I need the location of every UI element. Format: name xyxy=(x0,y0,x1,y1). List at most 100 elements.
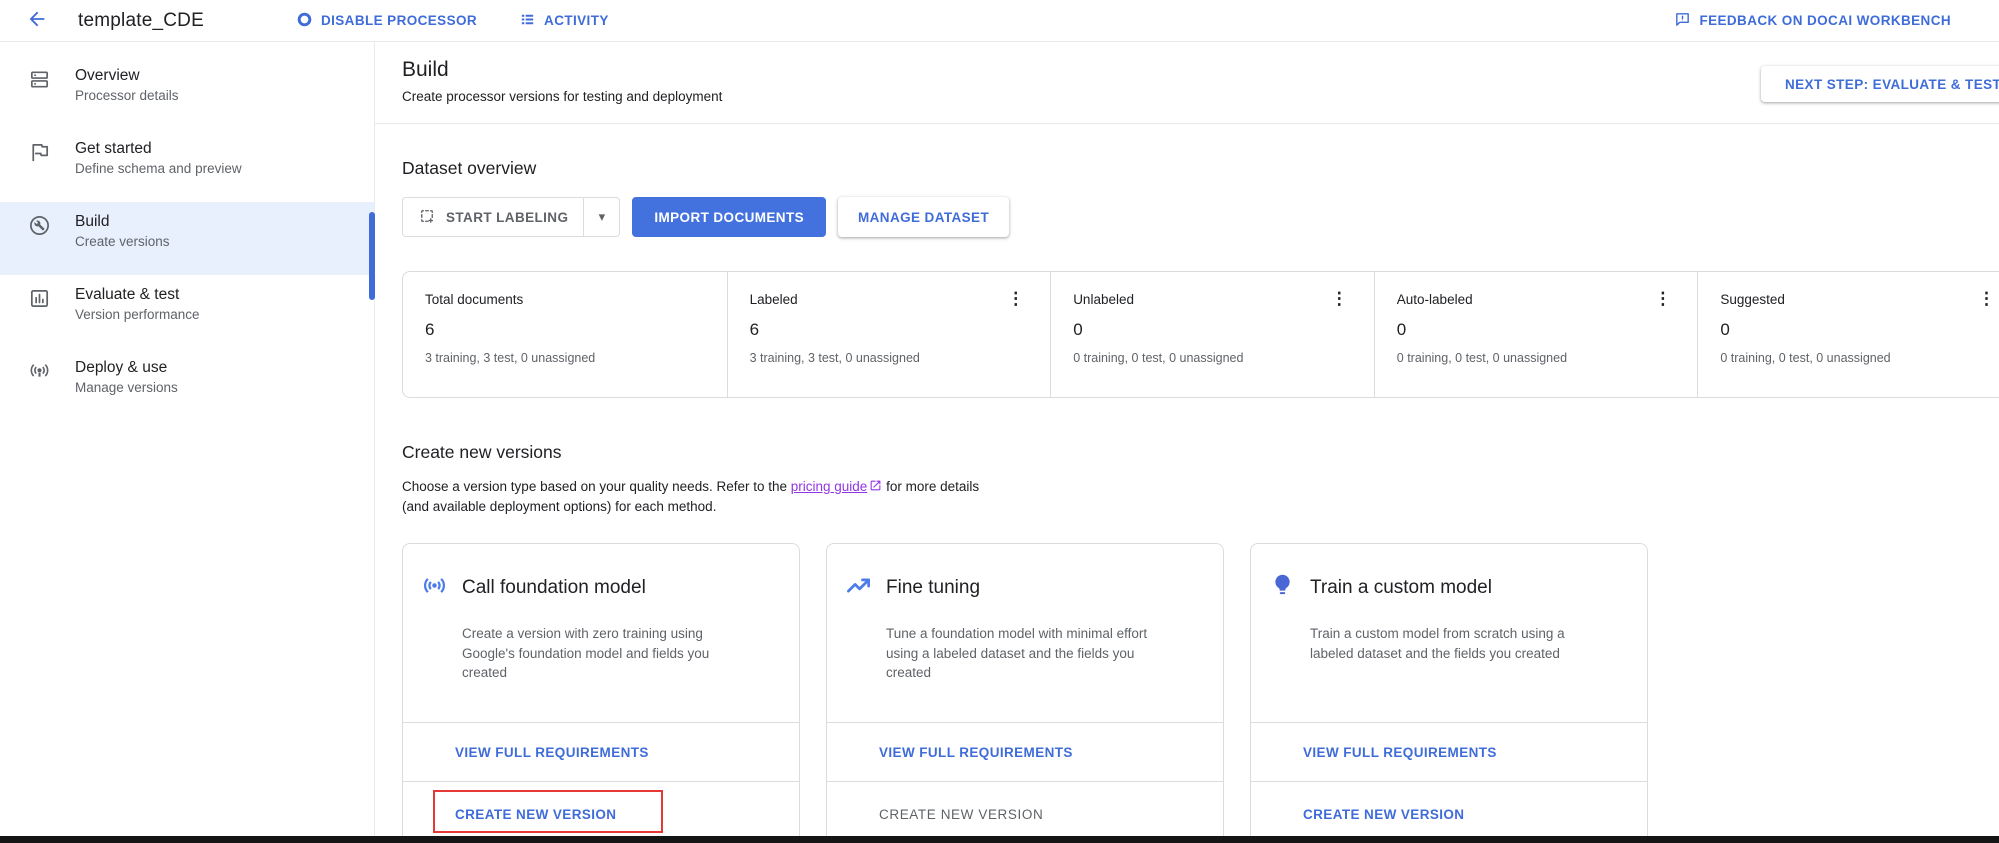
page-subtitle: Create processor versions for testing an… xyxy=(402,89,1999,104)
card-description: Create a version with zero training usin… xyxy=(462,624,736,683)
stat-detail: 3 training, 3 test, 0 unassigned xyxy=(425,351,703,365)
broadcast-icon xyxy=(421,572,448,604)
stat-value: 6 xyxy=(750,320,1027,340)
stat-label: Total documents xyxy=(425,292,523,307)
top-bar: template_CDE DISABLE PROCESSOR ACTIVITY … xyxy=(0,0,1999,42)
sidebar-item-sublabel: Processor details xyxy=(75,88,179,103)
stat-detail: 3 training, 3 test, 0 unassigned xyxy=(750,351,1027,365)
version-cards: Call foundation model Create a version w… xyxy=(402,543,1999,843)
card-title: Train a custom model xyxy=(1310,577,1492,599)
start-labeling-split-button: START LABELING ▾ xyxy=(402,197,620,237)
stop-circle-icon xyxy=(296,11,313,31)
sidebar-item-get-started[interactable]: Get started Define schema and preview xyxy=(0,129,374,202)
stat-value: 0 xyxy=(1397,320,1674,340)
dataset-stats-card: Total documents 6 3 training, 3 test, 0 … xyxy=(402,271,1999,398)
stat-detail: 0 training, 0 test, 0 unassigned xyxy=(1073,351,1350,365)
dataset-overview-heading: Dataset overview xyxy=(402,124,1999,179)
view-full-requirements-link[interactable]: VIEW FULL REQUIREMENTS xyxy=(439,737,665,768)
next-step-button[interactable]: NEXT STEP: EVALUATE & TEST xyxy=(1761,66,1999,102)
create-versions-heading: Create new versions xyxy=(402,398,1999,463)
trending-up-icon xyxy=(845,572,872,604)
disable-processor-label: DISABLE PROCESSOR xyxy=(321,13,477,28)
description-text: for more details xyxy=(882,479,979,494)
sidebar-item-sublabel: Define schema and preview xyxy=(75,161,242,176)
processor-title: template_CDE xyxy=(78,10,204,32)
stat-label: Labeled xyxy=(750,292,798,307)
open-in-new-icon xyxy=(867,479,882,494)
kebab-menu-icon[interactable]: ⋮ xyxy=(1329,292,1350,306)
create-new-version-link[interactable]: CREATE NEW VERSION xyxy=(1287,799,1480,830)
sidebar-item-label: Get started xyxy=(75,139,242,159)
arrow-drop-down-icon: ▾ xyxy=(599,209,606,224)
arrow-back-icon xyxy=(26,8,48,33)
manage-dataset-button[interactable]: MANAGE DATASET xyxy=(838,197,1009,237)
sidebar-item-build[interactable]: Build Create versions xyxy=(0,202,374,275)
create-versions-description: Choose a version type based on your qual… xyxy=(402,477,1999,517)
sidebar-item-deploy-use[interactable]: Deploy & use Manage versions xyxy=(0,348,374,421)
stat-total-documents: Total documents 6 3 training, 3 test, 0 … xyxy=(403,272,727,397)
card-fine-tuning: Fine tuning Tune a foundation model with… xyxy=(826,543,1224,843)
back-button[interactable] xyxy=(24,8,50,34)
activity-button[interactable]: ACTIVITY xyxy=(519,11,609,31)
build-circle-icon xyxy=(28,214,51,237)
bottom-edge-bar xyxy=(0,836,1999,843)
stat-value: 6 xyxy=(425,320,703,340)
feedback-label: FEEDBACK ON DOCAI WORKBENCH xyxy=(1699,13,1951,28)
disable-processor-button[interactable]: DISABLE PROCESSOR xyxy=(296,11,477,31)
dns-icon xyxy=(28,68,51,91)
stat-unlabeled: Unlabeled ⋮ 0 0 training, 0 test, 0 unas… xyxy=(1050,272,1374,397)
stat-detail: 0 training, 0 test, 0 unassigned xyxy=(1720,351,1997,365)
podcast-icon xyxy=(28,360,51,383)
card-train-custom-model: Train a custom model Train a custom mode… xyxy=(1250,543,1648,843)
lightbulb-icon xyxy=(1269,572,1296,604)
list-icon xyxy=(519,11,536,31)
docai-workbench-screen: template_CDE DISABLE PROCESSOR ACTIVITY … xyxy=(0,0,1999,843)
page-title: Build xyxy=(402,58,1999,82)
main-content: Build Create processor versions for test… xyxy=(375,42,1999,843)
card-title: Call foundation model xyxy=(462,577,646,599)
card-description: Tune a foundation model with minimal eff… xyxy=(886,624,1160,683)
sidebar-item-label: Evaluate & test xyxy=(75,285,200,305)
stat-label: Auto-labeled xyxy=(1397,292,1473,307)
flag-icon xyxy=(28,141,51,164)
assessment-icon xyxy=(28,287,51,310)
stat-detail: 0 training, 0 test, 0 unassigned xyxy=(1397,351,1674,365)
stat-labeled: Labeled ⋮ 6 3 training, 3 test, 0 unassi… xyxy=(727,272,1051,397)
start-labeling-label: START LABELING xyxy=(446,210,568,225)
stat-label: Unlabeled xyxy=(1073,292,1134,307)
sidebar-item-sublabel: Manage versions xyxy=(75,380,178,395)
kebab-menu-icon[interactable]: ⋮ xyxy=(1652,292,1673,306)
sidebar: Overview Processor details Get started D… xyxy=(0,42,375,843)
stat-value: 0 xyxy=(1073,320,1350,340)
feedback-icon xyxy=(1674,11,1691,31)
card-call-foundation-model: Call foundation model Create a version w… xyxy=(402,543,800,843)
stat-value: 0 xyxy=(1720,320,1997,340)
stat-label: Suggested xyxy=(1720,292,1785,307)
sidebar-item-evaluate-test[interactable]: Evaluate & test Version performance xyxy=(0,275,374,348)
pricing-guide-link[interactable]: pricing guide xyxy=(791,479,868,494)
sidebar-item-sublabel: Create versions xyxy=(75,234,170,249)
start-labeling-dropdown-button[interactable]: ▾ xyxy=(583,198,619,236)
activity-label: ACTIVITY xyxy=(544,13,609,28)
kebab-menu-icon[interactable]: ⋮ xyxy=(1005,292,1026,306)
card-description: Train a custom model from scratch using … xyxy=(1310,624,1584,663)
stat-suggested: Suggested ⋮ 0 0 training, 0 test, 0 unas… xyxy=(1697,272,1999,397)
create-new-version-link[interactable]: CREATE NEW VERSION xyxy=(439,799,632,830)
view-full-requirements-link[interactable]: VIEW FULL REQUIREMENTS xyxy=(863,737,1089,768)
description-text-line2: (and available deployment options) for e… xyxy=(402,497,1999,517)
sidebar-item-label: Build xyxy=(75,212,170,232)
stat-auto-labeled: Auto-labeled ⋮ 0 0 training, 0 test, 0 u… xyxy=(1374,272,1698,397)
view-full-requirements-link[interactable]: VIEW FULL REQUIREMENTS xyxy=(1287,737,1513,768)
feedback-button[interactable]: FEEDBACK ON DOCAI WORKBENCH xyxy=(1674,11,1951,31)
kebab-menu-icon[interactable]: ⋮ xyxy=(1976,292,1997,306)
sidebar-item-sublabel: Version performance xyxy=(75,307,200,322)
create-new-version-link-disabled: CREATE NEW VERSION xyxy=(863,799,1059,830)
sidebar-item-label: Deploy & use xyxy=(75,358,178,378)
card-title: Fine tuning xyxy=(886,577,980,599)
start-labeling-button[interactable]: START LABELING xyxy=(403,198,583,236)
import-documents-button[interactable]: IMPORT DOCUMENTS xyxy=(632,197,826,237)
sidebar-item-overview[interactable]: Overview Processor details xyxy=(0,56,374,129)
dataset-actions: START LABELING ▾ IMPORT DOCUMENTS MANAGE… xyxy=(402,197,1999,237)
label-select-icon xyxy=(418,207,436,228)
page-header: Build Create processor versions for test… xyxy=(375,42,1999,124)
